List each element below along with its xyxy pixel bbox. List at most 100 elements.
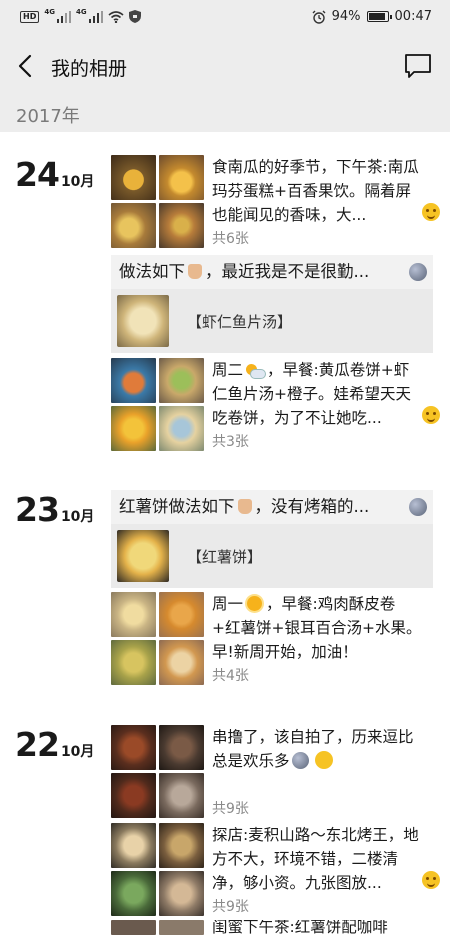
post-text-weekday: 周一 (212, 595, 244, 613)
grin-emoji-icon (422, 406, 440, 424)
shared-article[interactable]: 红薯饼做法如下 ，没有烤箱的... 【红薯饼】 (111, 490, 433, 588)
photo-thumbnail[interactable] (159, 640, 204, 685)
sun-emoji-icon (247, 596, 263, 611)
photo-post[interactable]: 探店:麦积山路～东北烤王，地方不大，环境不错，二楼清净，够小资。九张图放... … (111, 823, 440, 916)
photo-thumbnail[interactable] (111, 155, 156, 200)
post-text: 周二 ，早餐:黄瓜卷饼+虾仁鱼片汤+橙子。娃希望天天吃卷饼，为了不让她吃... (212, 358, 430, 430)
shared-article-title: 做法如下 ，最近我是不是很勤... (111, 255, 433, 289)
photo-thumbnail[interactable] (159, 773, 204, 818)
hd-badge: HD (20, 10, 40, 23)
photo-thumbnail[interactable] (111, 406, 156, 451)
post-body: 串撸了，该自拍了，历来逗比总是欢乐多 共9张 (212, 725, 430, 818)
share-title-main: 红薯饼做法如下 (119, 497, 235, 516)
post-text: 探店:麦积山路～东北烤王，地方不大，环境不错，二楼清净，够小资。九张图放... (212, 826, 419, 892)
date-month: 10月 (60, 744, 95, 760)
photo-thumbnail[interactable] (111, 823, 156, 868)
message-icon[interactable] (404, 53, 432, 79)
photo-count: 共9张 (212, 801, 249, 817)
photo-thumbnail[interactable] (111, 773, 156, 818)
share-title-main: 做法如下 (119, 262, 185, 281)
photo-grid[interactable] (111, 358, 204, 451)
photo-thumbnail[interactable] (159, 871, 204, 916)
shared-article-card[interactable]: 【红薯饼】 (111, 524, 433, 588)
photo-thumbnail[interactable] (111, 592, 156, 637)
photo-thumbnail[interactable] (111, 920, 156, 935)
grin-emoji-icon (422, 871, 440, 889)
photo-post[interactable]: 食南瓜的好季节，下午茶:南瓜玛芬蛋糕+百香果饮。隔着屏也能闻见的香味，大... … (111, 155, 440, 248)
wifi-icon (108, 10, 124, 23)
photo-thumbnail[interactable] (159, 406, 204, 451)
photo-grid[interactable] (111, 155, 204, 248)
photo-post[interactable]: 闺蜜下午茶:红薯饼配咖啡 (111, 920, 433, 935)
post-body: 食南瓜的好季节，下午茶:南瓜玛芬蛋糕+百香果饮。隔着屏也能闻见的香味，大... … (212, 155, 440, 248)
date-day: 23 (15, 490, 60, 529)
nav-header: 我的相册 (0, 36, 450, 96)
date-month: 10月 (60, 509, 95, 525)
photo-thumbnail[interactable] (159, 203, 204, 248)
photo-post[interactable]: 周二 ，早餐:黄瓜卷饼+虾仁鱼片汤+橙子。娃希望天天吃卷饼，为了不让她吃... 共… (111, 358, 440, 451)
article-thumbnail (117, 295, 169, 347)
photo-count: 共9张 (212, 899, 249, 915)
date-month: 10月 (60, 174, 95, 190)
photo-thumbnail[interactable] (111, 725, 156, 770)
pointing-down-emoji-icon (237, 499, 252, 514)
date-day: 24 (15, 155, 60, 194)
post-text: 串撸了，该自拍了，历来逗比总是欢乐多 (212, 725, 430, 773)
sun-cloud-emoji-icon (246, 364, 267, 379)
photo-grid[interactable] (111, 920, 204, 935)
post-text: 闺蜜下午茶:红薯饼配咖啡 (212, 920, 388, 935)
status-bar: HD 4G 4G 94% 00:47 (0, 0, 450, 36)
moon-emoji-icon (409, 263, 427, 281)
date-label: 23 10月 (15, 490, 94, 529)
photo-grid[interactable] (111, 592, 204, 685)
share-title-rest: ，没有烤箱的... (254, 497, 370, 516)
post-text-body: ，早餐:鸡肉酥皮卷+红薯饼+银耳百合汤+水果。早!新周开始，加油！ (212, 595, 422, 661)
photo-thumbnail[interactable] (159, 155, 204, 200)
photo-thumbnail[interactable] (111, 640, 156, 685)
photo-grid[interactable] (111, 725, 204, 818)
post-text: 周一 ，早餐:鸡肉酥皮卷+红薯饼+银耳百合汤+水果。早!新周开始，加油！ (212, 592, 430, 664)
back-arrow-icon[interactable] (10, 50, 42, 82)
date-label: 22 10月 (15, 725, 94, 764)
grin-emoji-icon (422, 203, 440, 221)
photo-grid[interactable] (111, 823, 204, 916)
post-text-weekday: 周二 (212, 361, 244, 379)
article-name: 【虾仁鱼片汤】 (187, 312, 293, 331)
pointing-down-emoji-icon (188, 264, 202, 279)
photo-thumbnail[interactable] (111, 203, 156, 248)
photo-thumbnail[interactable] (111, 358, 156, 403)
post-text-body: 串撸了，该自拍了，历来逗比总是欢乐多 (212, 728, 414, 770)
battery-percent: 94% (331, 9, 361, 24)
shared-article[interactable]: 做法如下 ，最近我是不是很勤... 【虾仁鱼片汤】 (111, 255, 433, 353)
signal-icon-2 (88, 10, 103, 23)
photo-thumbnail[interactable] (159, 592, 204, 637)
post-body: 周二 ，早餐:黄瓜卷饼+虾仁鱼片汤+橙子。娃希望天天吃卷饼，为了不让她吃... 共… (212, 358, 440, 451)
alarm-icon (312, 10, 326, 24)
network-type-label: 4G (44, 7, 55, 16)
battery-fill (368, 13, 386, 20)
photo-post[interactable]: 串撸了，该自拍了，历来逗比总是欢乐多 共9张 (111, 725, 433, 818)
post-text: 食南瓜的好季节，下午茶:南瓜玛芬蛋糕+百香果饮。隔着屏也能闻见的香味，大... (212, 158, 419, 224)
page-title: 我的相册 (51, 58, 128, 80)
signal-icon (56, 10, 71, 23)
network-type-label-2: 4G (75, 7, 87, 16)
article-name: 【红薯饼】 (187, 547, 263, 566)
photo-thumbnail[interactable] (159, 358, 204, 403)
year-section-header: 2017年 (0, 96, 450, 132)
post-body: 闺蜜下午茶:红薯饼配咖啡 (212, 920, 430, 935)
moon-emoji-icon (291, 752, 309, 769)
photo-count: 共6张 (212, 231, 249, 247)
photo-post[interactable]: 周一 ，早餐:鸡肉酥皮卷+红薯饼+银耳百合汤+水果。早!新周开始，加油！ 共4张 (111, 592, 433, 685)
date-label: 24 10月 (15, 155, 94, 194)
photo-thumbnail[interactable] (159, 823, 204, 868)
photo-count: 共4张 (212, 668, 249, 684)
shield-icon (128, 10, 141, 23)
post-body: 周一 ，早餐:鸡肉酥皮卷+红薯饼+银耳百合汤+水果。早!新周开始，加油！ 共4张 (212, 592, 430, 685)
photo-thumbnail[interactable] (159, 920, 204, 935)
shared-article-card[interactable]: 【虾仁鱼片汤】 (111, 289, 433, 353)
year-label: 2017年 (16, 106, 80, 127)
photo-thumbnail[interactable] (159, 725, 204, 770)
clock: 00:47 (394, 9, 432, 24)
moon-emoji-icon (409, 498, 427, 516)
photo-thumbnail[interactable] (111, 871, 156, 916)
